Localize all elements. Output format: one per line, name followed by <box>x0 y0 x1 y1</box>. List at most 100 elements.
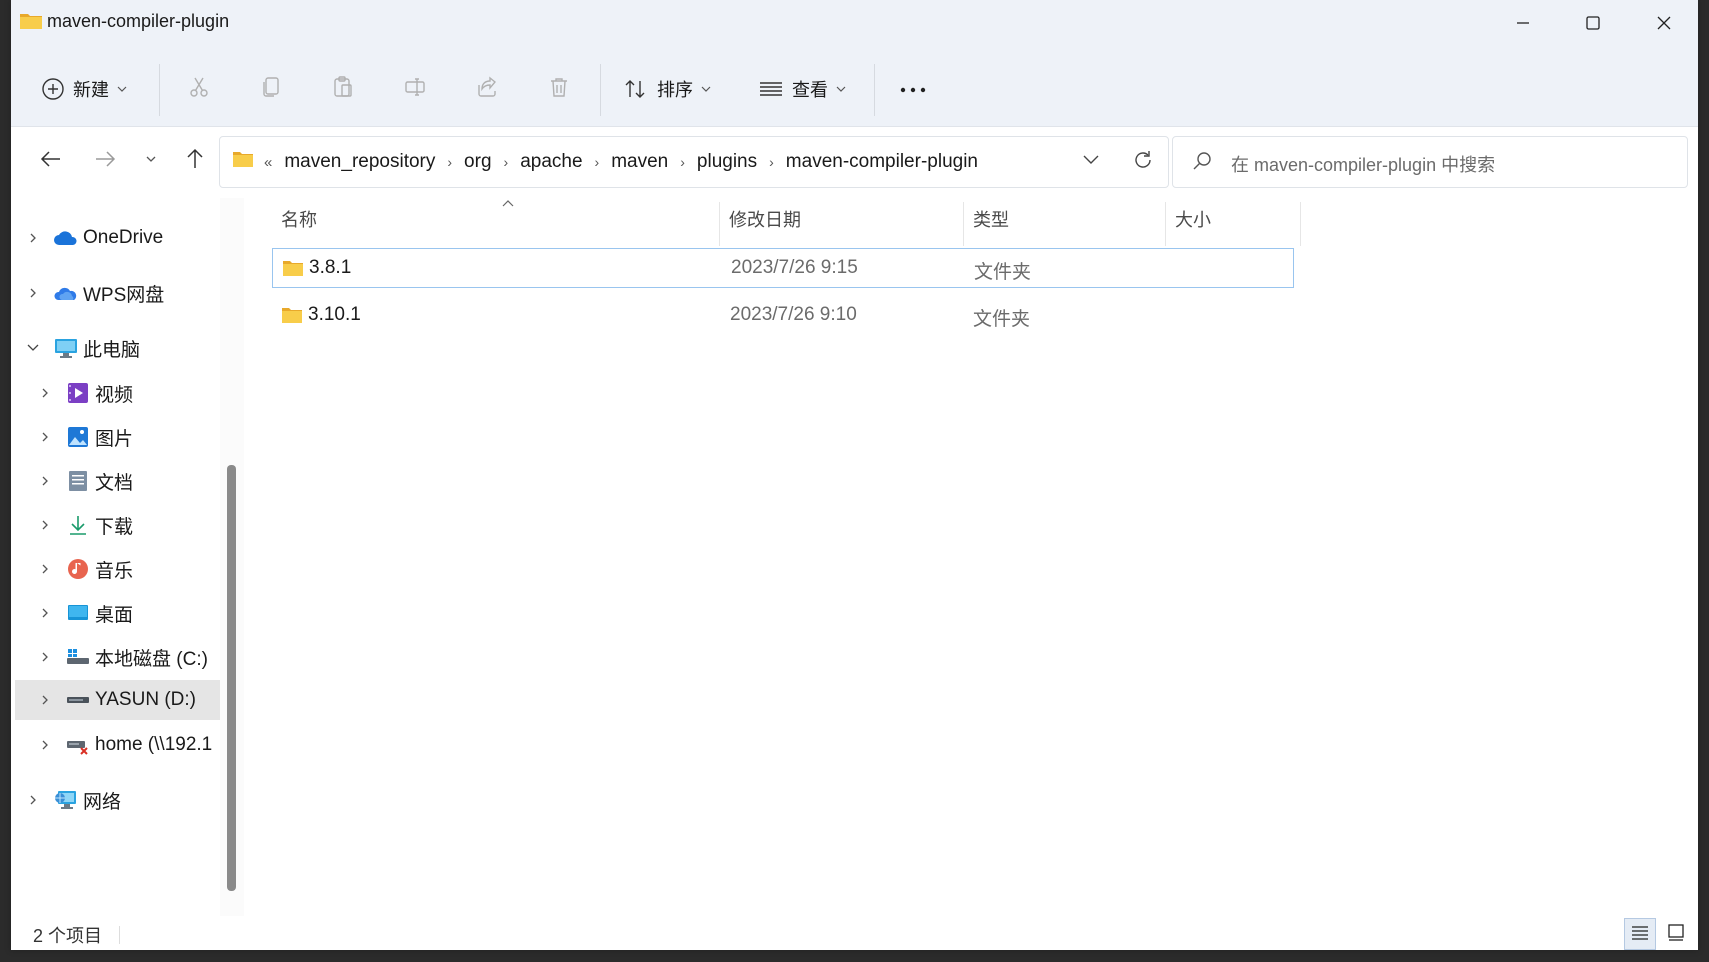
chevron-right-icon[interactable]: › <box>447 154 452 170</box>
search-icon <box>1191 150 1213 177</box>
minimize-button[interactable] <box>1492 6 1554 40</box>
large-icons-view-button[interactable] <box>1660 918 1692 950</box>
share-icon <box>475 75 499 104</box>
column-divider[interactable] <box>1165 202 1166 246</box>
address-history-button[interactable] <box>1076 147 1106 177</box>
up-button[interactable] <box>175 141 215 181</box>
cut-icon <box>187 75 211 104</box>
breadcrumb-item[interactable]: apache <box>520 151 582 173</box>
sort-icon <box>623 77 649 101</box>
chevron-right-icon[interactable] <box>37 561 53 577</box>
music-icon <box>65 556 91 582</box>
sidebar-item-drive-d[interactable]: YASUN (D:) <box>15 680 221 720</box>
share-button[interactable] <box>467 69 507 109</box>
folder-icon <box>232 150 254 174</box>
pictures-icon <box>65 424 91 450</box>
arrow-up-icon <box>184 148 206 175</box>
sidebar-item-label: 此电脑 <box>83 339 141 361</box>
details-view-icon <box>1631 924 1649 945</box>
sort-button[interactable]: 排序 <box>623 69 711 109</box>
sidebar-item-music[interactable]: 音乐 <box>37 549 221 589</box>
column-header-modified[interactable]: 修改日期 <box>729 202 801 238</box>
chevron-right-icon[interactable]: › <box>680 154 685 170</box>
drive-c-icon <box>65 644 91 670</box>
sidebar-item-label: 桌面 <box>95 604 134 626</box>
chevron-right-icon[interactable] <box>37 385 53 401</box>
maximize-button[interactable] <box>1562 6 1624 40</box>
chevron-right-icon[interactable] <box>25 285 41 301</box>
sidebar-item-videos[interactable]: 视频 <box>37 373 221 413</box>
sidebar-item-label: 音乐 <box>95 560 134 582</box>
new-icon <box>41 77 65 101</box>
sidebar-item-label: 网络 <box>83 791 122 813</box>
column-header-name[interactable]: 名称 <box>281 202 317 238</box>
breadcrumb-item[interactable]: maven <box>611 151 668 173</box>
recent-locations-button[interactable] <box>131 141 171 181</box>
chevron-right-icon[interactable] <box>37 429 53 445</box>
refresh-button[interactable] <box>1128 147 1158 177</box>
minimize-icon <box>1515 15 1531 31</box>
address-bar[interactable]: « maven_repository › org › apache › mave… <box>219 136 1169 188</box>
breadcrumb-overflow[interactable]: « <box>264 154 272 171</box>
arrow-left-icon <box>40 148 62 175</box>
chevron-right-icon[interactable]: › <box>504 154 509 170</box>
chevron-right-icon[interactable]: › <box>769 154 774 170</box>
network-drive-icon <box>65 732 91 758</box>
sidebar-scrollbar-thumb[interactable] <box>227 465 236 891</box>
chevron-right-icon[interactable] <box>37 605 53 621</box>
cut-button[interactable] <box>179 69 219 109</box>
delete-button[interactable] <box>539 69 579 109</box>
sidebar-item-home-network[interactable]: home (\\192.1 <box>37 725 221 765</box>
sidebar-item-desktop[interactable]: 桌面 <box>37 593 221 633</box>
column-divider[interactable] <box>719 202 720 246</box>
sidebar-item-pictures[interactable]: 图片 <box>37 417 221 457</box>
close-button[interactable] <box>1633 6 1695 40</box>
chevron-down-icon[interactable] <box>25 340 41 356</box>
more-button[interactable] <box>893 69 933 109</box>
sidebar-item-downloads[interactable]: 下载 <box>37 505 221 545</box>
chevron-right-icon[interactable] <box>25 792 41 808</box>
chevron-right-icon[interactable] <box>25 230 41 246</box>
sidebar-item-this-pc[interactable]: 此电脑 <box>25 328 221 368</box>
column-divider[interactable] <box>1300 202 1301 246</box>
rename-icon <box>403 75 427 104</box>
copy-button[interactable] <box>251 69 291 109</box>
file-row[interactable]: 3.10.1 2023/7/26 9:10 文件夹 <box>272 296 1294 336</box>
breadcrumb-item[interactable]: maven_repository <box>284 151 435 173</box>
sidebar-item-drive-c[interactable]: 本地磁盘 (C:) <box>37 637 221 677</box>
folder-icon <box>19 11 43 31</box>
sidebar-item-network[interactable]: 网络 <box>25 780 221 820</box>
file-row[interactable]: 3.8.1 2023/7/26 9:15 文件夹 <box>272 248 1294 288</box>
paste-button[interactable] <box>323 69 363 109</box>
sidebar-item-wps-cloud[interactable]: WPS网盘 <box>25 273 221 313</box>
view-button[interactable]: 查看 <box>758 69 846 109</box>
chevron-right-icon[interactable] <box>37 473 53 489</box>
sidebar-item-documents[interactable]: 文档 <box>37 461 221 501</box>
breadcrumb-item[interactable]: org <box>464 151 491 173</box>
column-divider[interactable] <box>963 202 964 246</box>
search-input[interactable]: 在 maven-compiler-plugin 中搜索 <box>1172 136 1688 188</box>
forward-button[interactable] <box>85 141 125 181</box>
details-view-button[interactable] <box>1624 918 1656 950</box>
chevron-down-icon <box>1082 153 1100 171</box>
back-button[interactable] <box>31 141 71 181</box>
breadcrumb-item-current[interactable]: maven-compiler-plugin <box>786 151 978 173</box>
sidebar-item-label: 视频 <box>95 384 134 406</box>
column-header-size[interactable]: 大小 <box>1175 202 1211 238</box>
thumbnail-view-icon <box>1667 923 1685 946</box>
rename-button[interactable] <box>395 69 435 109</box>
column-header-type[interactable]: 类型 <box>973 202 1009 238</box>
sidebar-item-onedrive[interactable]: OneDrive <box>25 218 221 258</box>
chevron-right-icon[interactable] <box>37 737 53 753</box>
sidebar-item-label: 下载 <box>95 516 134 538</box>
chevron-right-icon[interactable] <box>37 649 53 665</box>
chevron-right-icon[interactable] <box>37 692 53 708</box>
toolbar-divider <box>874 64 875 116</box>
chevron-right-icon[interactable] <box>37 517 53 533</box>
chevron-down-icon <box>145 152 157 170</box>
breadcrumb-item[interactable]: plugins <box>697 151 757 173</box>
desktop-icon <box>65 600 91 626</box>
chevron-right-icon[interactable]: › <box>595 154 600 170</box>
computer-icon <box>53 335 79 361</box>
new-button[interactable]: 新建 <box>41 69 127 109</box>
